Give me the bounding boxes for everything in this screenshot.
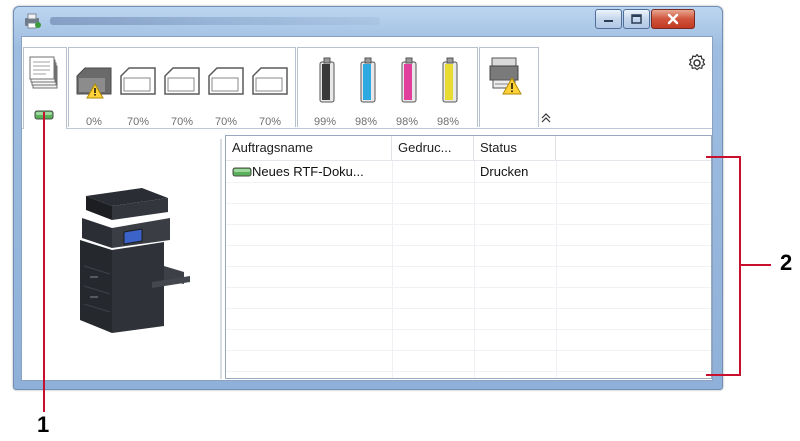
tab-toner[interactable]: 99% 98% 98% 98% [297, 47, 478, 128]
toner-cartridge-icons [319, 57, 458, 103]
job-status-icon [232, 167, 252, 177]
panel-divider[interactable] [220, 139, 223, 379]
job-name-text: Neues RTF-Doku... [252, 164, 364, 179]
toner-cyan-icon [360, 57, 376, 103]
column-header-job-name[interactable]: Auftragsname [226, 136, 392, 160]
minimize-icon [604, 20, 613, 22]
tray-3-icon [164, 67, 200, 95]
tray-1-icon [76, 67, 112, 99]
printer-image-panel [22, 128, 218, 380]
printer-device-image [80, 188, 190, 333]
callout-2-bracket-bottom [706, 374, 741, 376]
table-row [226, 287, 711, 309]
title-bar[interactable] [14, 7, 722, 35]
callout-2-label: 2 [780, 250, 793, 275]
column-header-printed[interactable]: Gedruc... [392, 136, 474, 160]
tab-printer[interactable] [23, 47, 67, 129]
maximize-button[interactable] [623, 9, 650, 29]
table-header: Auftragsname Gedruc... Status [226, 136, 711, 161]
table-row [226, 245, 711, 267]
status-monitor-window: 0% 70% 70% 70% 70% 99% 98% 98% 98% Auftr… [13, 6, 723, 390]
device-warning-icon [489, 57, 522, 95]
maximize-icon [631, 14, 642, 24]
callout-2-bracket [739, 156, 741, 376]
toner-level-label: 98% [436, 116, 460, 128]
callout-1-label: 1 [37, 412, 50, 437]
toner-yellow-icon [442, 57, 458, 103]
table-row [226, 308, 711, 330]
close-icon [667, 13, 679, 25]
minimize-button[interactable] [595, 9, 622, 29]
toner-magenta-icon [401, 57, 417, 103]
tray-5-icon [252, 67, 288, 95]
table-body: Neues RTF-Doku... Drucken [226, 161, 711, 378]
toner-level-label: 98% [354, 116, 378, 128]
tray-level-label: 70% [258, 116, 282, 128]
window-client-area: 0% 70% 70% 70% 70% 99% 98% 98% 98% Auftr… [21, 36, 713, 381]
toner-level-label: 98% [395, 116, 419, 128]
callout-1-line [43, 112, 45, 412]
tray-level-label: 70% [126, 116, 150, 128]
table-row[interactable]: Neues RTF-Doku... Drucken [226, 161, 711, 183]
callout-2-bracket-top [706, 156, 741, 158]
tray-4-icon [208, 67, 244, 95]
settings-gear-icon[interactable] [687, 53, 707, 73]
document-stack-icon [29, 56, 58, 89]
job-printed-cell [392, 161, 474, 182]
tray-2-icon [120, 67, 156, 95]
printer-app-icon [25, 13, 41, 29]
callout-2-leader [741, 264, 771, 266]
print-job-list[interactable]: Auftragsname Gedruc... Status Neues RTF-… [225, 135, 712, 379]
column-header-status[interactable]: Status [474, 136, 556, 160]
tray-level-label: 70% [214, 116, 238, 128]
toner-level-label: 99% [313, 116, 337, 128]
job-status-cell: Drucken [480, 164, 529, 179]
tab-paper-trays[interactable]: 0% 70% 70% 70% 70% [68, 47, 296, 128]
table-row [226, 329, 711, 351]
table-row [226, 182, 711, 204]
close-button[interactable] [651, 9, 695, 29]
tray-level-label: 0% [86, 116, 102, 128]
window-title [50, 17, 380, 25]
tab-device[interactable] [479, 47, 539, 127]
column-header-blank[interactable] [556, 136, 711, 160]
table-row [226, 224, 711, 246]
paper-tray-icons [76, 67, 288, 99]
table-row [226, 350, 711, 372]
table-row [226, 203, 711, 225]
job-name-cell: Neues RTF-Doku... [226, 161, 392, 182]
collapse-chevron-icon[interactable] [540, 113, 552, 123]
tray-level-label: 70% [170, 116, 194, 128]
table-row [226, 266, 711, 288]
status-toolbar: 0% 70% 70% 70% 70% 99% 98% 98% 98% [22, 37, 712, 129]
toner-black-icon [319, 57, 335, 103]
